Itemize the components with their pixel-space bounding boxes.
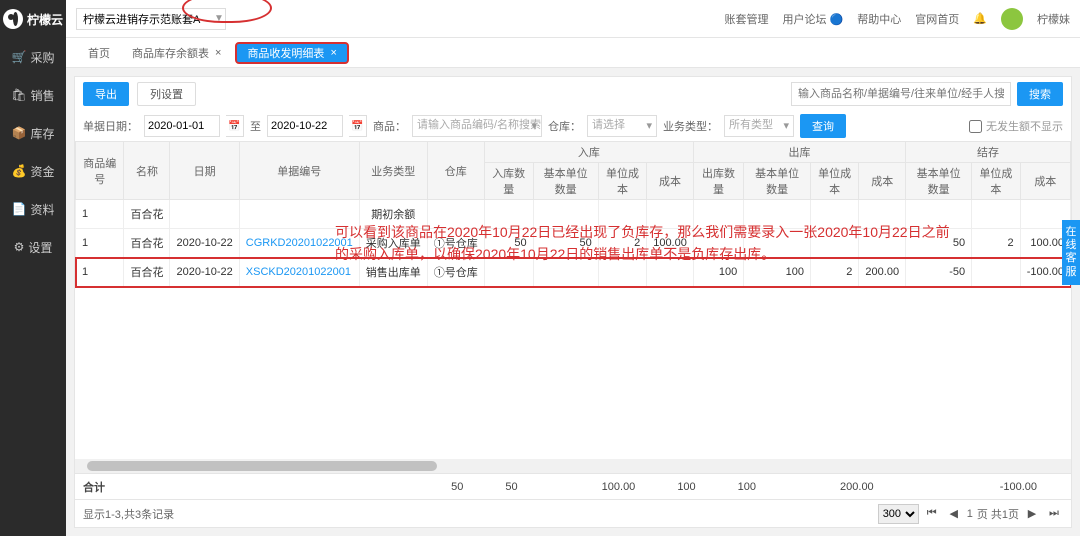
avatar[interactable]	[1001, 8, 1023, 30]
brand-icon	[3, 9, 23, 29]
date-label: 单据日期：	[83, 118, 138, 134]
th-name: 名称	[124, 142, 170, 200]
account-input[interactable]	[76, 8, 226, 30]
chevron-down-icon[interactable]: ▼	[214, 13, 224, 24]
page-size-select[interactable]: 300	[878, 504, 919, 524]
tab-stock-detail[interactable]: 商品收发明细表×	[235, 42, 348, 64]
next-page-icon[interactable]: ▶	[1023, 505, 1041, 523]
link-account-mgmt[interactable]: 账套管理	[725, 11, 769, 27]
tab-stock-balance[interactable]: 商品库存余额表×	[124, 42, 229, 64]
brand: 柠檬云	[0, 0, 66, 38]
sidebar-item-sales[interactable]: 🛍销售	[0, 76, 66, 114]
sum-row: 合计 50 50 100.00 100 100 200.00 -100.00	[75, 473, 1071, 499]
page-number: 1	[967, 508, 973, 520]
query-button[interactable]: 查询	[800, 114, 846, 138]
scrollbar-thumb[interactable]	[87, 461, 437, 471]
first-page-icon[interactable]: ⏮	[923, 505, 941, 523]
doc-icon: 📄	[12, 202, 27, 216]
link-help[interactable]: 帮助中心	[857, 11, 901, 27]
warehouse-select[interactable]: 请选择	[587, 115, 657, 137]
warehouse-label: 仓库：	[548, 118, 581, 134]
link-forum[interactable]: 用户论坛 🔵	[783, 11, 844, 27]
search-button[interactable]: 搜索	[1017, 82, 1063, 106]
table-wrap: 商品编号 名称 日期 单据编号 业务类型 仓库 入库 出库 结存	[75, 141, 1071, 459]
hide-empty-checkbox[interactable]	[969, 120, 982, 133]
sidebar-item-inventory[interactable]: 📦库存	[0, 114, 66, 152]
sidebar-item-settings[interactable]: ⚙设置	[0, 228, 66, 266]
horizontal-scrollbar[interactable]	[75, 459, 1071, 473]
filter-bar: 单据日期： 📅 至 📅 商品： 请输入商品编码/名称搜索 仓库： 请选择 业务类…	[75, 111, 1071, 141]
hide-empty-label: 无发生额不显示	[986, 118, 1063, 134]
cart-icon: 🛒	[12, 50, 27, 64]
last-page-icon[interactable]: ⏭	[1045, 505, 1063, 523]
link-home[interactable]: 官网首页	[915, 11, 959, 27]
online-help-float[interactable]: 在线客服	[1062, 220, 1080, 285]
bell-icon[interactable]: 🔔	[973, 12, 987, 25]
th-stock-group: 结存	[906, 142, 1071, 163]
product-select[interactable]: 请输入商品编码/名称搜索	[412, 115, 542, 137]
th-biz: 业务类型	[359, 142, 427, 200]
pager: 显示1-3,共3条记录 300 ⏮ ◀ 1 页 共1页 ▶ ⏭	[75, 499, 1071, 527]
date-from[interactable]	[144, 115, 220, 137]
username[interactable]: 柠檬妹	[1037, 11, 1070, 27]
date-to[interactable]	[267, 115, 343, 137]
product-label: 商品：	[373, 118, 406, 134]
th-wh: 仓库	[427, 142, 484, 200]
biztype-select[interactable]: 所有类型	[724, 115, 794, 137]
column-settings-button[interactable]: 列设置	[137, 82, 196, 106]
calendar-icon[interactable]: 📅	[349, 115, 367, 137]
biztype-label: 业务类型：	[663, 118, 718, 134]
bag-icon: 🛍	[11, 88, 26, 102]
sidebar-item-fund[interactable]: 💰资金	[0, 152, 66, 190]
th-in-group: 入库	[484, 142, 693, 163]
th-out-group: 出库	[693, 142, 905, 163]
gear-icon: ⚙	[14, 240, 25, 254]
th-doc: 单据编号	[239, 142, 359, 200]
toolbar: 导出 列设置 搜索	[75, 77, 1071, 111]
export-button[interactable]: 导出	[83, 82, 129, 106]
sidebar-item-profile[interactable]: 📄资料	[0, 190, 66, 228]
search-input[interactable]	[791, 82, 1011, 106]
sidebar-item-purchase[interactable]: 🛒采购	[0, 38, 66, 76]
account-selector: ▼	[76, 8, 224, 30]
brand-text: 柠檬云	[27, 11, 63, 28]
prev-page-icon[interactable]: ◀	[945, 505, 963, 523]
th-date: 日期	[170, 142, 239, 200]
tabbar: 首页 商品库存余额表× 商品收发明细表×	[66, 38, 1080, 68]
top-links: 账套管理 用户论坛 🔵 帮助中心 官网首页 🔔 柠檬妹	[725, 8, 1070, 30]
tab-home[interactable]: 首页	[80, 42, 118, 64]
close-icon[interactable]: ×	[330, 47, 336, 59]
money-icon: 💰	[12, 164, 27, 178]
page-sep: 页 共1页	[977, 506, 1019, 522]
doc-link[interactable]: XSCKD20201022001	[246, 266, 351, 278]
sidebar: 柠檬云 🛒采购 🛍销售 📦库存 💰资金 📄资料 ⚙设置	[0, 0, 66, 536]
new-icon: 🔵	[830, 14, 844, 26]
calendar-icon[interactable]: 📅	[226, 115, 244, 137]
pager-info: 显示1-3,共3条记录	[83, 506, 174, 522]
annotation-text: 可以看到该商品在2020年10月22日已经出现了负库存，那么我们需要录入一张20…	[335, 221, 955, 266]
box-icon: 📦	[12, 126, 27, 140]
panel: 导出 列设置 搜索 单据日期： 📅 至 📅 商品： 请输入商品编码/名称搜索 仓…	[74, 76, 1072, 528]
th-product-no: 商品编号	[76, 142, 124, 200]
topbar: ▼ 账套管理 用户论坛 🔵 帮助中心 官网首页 🔔 柠檬妹	[66, 0, 1080, 38]
close-icon[interactable]: ×	[215, 47, 221, 59]
